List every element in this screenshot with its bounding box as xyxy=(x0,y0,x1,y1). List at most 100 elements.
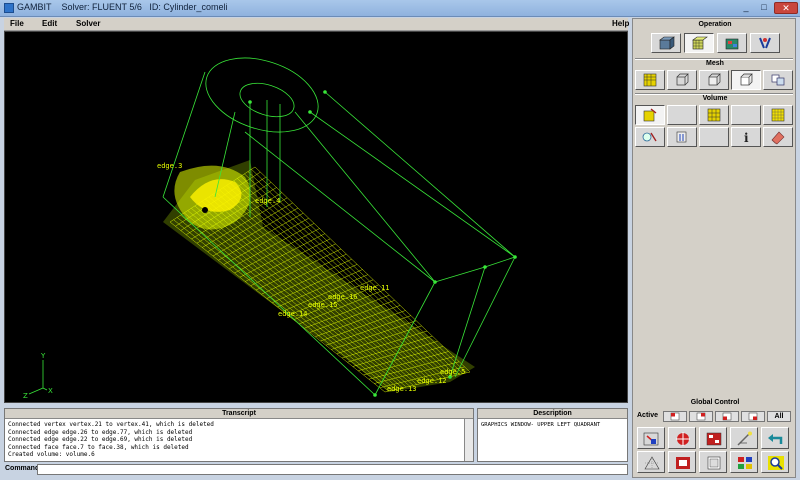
transcript-line: Connected edge edge.26 to edge.77, which… xyxy=(8,428,193,436)
volume-empty-button-3[interactable] xyxy=(699,127,729,147)
boundary-layer-icon xyxy=(643,73,657,87)
smooth-volume-button[interactable] xyxy=(699,105,729,125)
info-icon: i xyxy=(744,131,749,145)
fit-to-window-button[interactable] xyxy=(637,427,665,449)
graphics-window[interactable]: edge.3 edge.4 edge.11 edge.16 edge.15 ed… xyxy=(4,31,628,403)
tools-icon xyxy=(759,37,771,49)
link-volume-button[interactable] xyxy=(635,127,665,147)
axis-z-label: Z xyxy=(23,392,28,400)
axis-triad-icon xyxy=(28,360,48,395)
lights-icon xyxy=(737,431,752,446)
specify-display-button[interactable] xyxy=(668,451,696,473)
maximize-button[interactable]: □ xyxy=(756,2,772,14)
quadrant-upper-left[interactable] xyxy=(663,411,687,422)
query-button[interactable] xyxy=(761,451,789,473)
volume-label: Volume xyxy=(702,95,728,102)
active-label: Active xyxy=(637,412,659,419)
volume-empty-button-1[interactable] xyxy=(667,105,697,125)
operation-label: Operation xyxy=(698,21,732,28)
mesh-button[interactable] xyxy=(684,33,714,53)
description-text: GRAPHICS WINDOW- UPPER LEFT QUADRANT xyxy=(481,422,601,428)
fit-window-icon xyxy=(643,432,659,446)
undo-icon xyxy=(768,434,783,444)
orient-model-button[interactable] xyxy=(699,427,727,449)
specify-color-button[interactable] xyxy=(699,451,727,473)
modify-volume-button[interactable] xyxy=(667,127,697,147)
transcript-line: Connected face face.7 to face.38, which … xyxy=(8,443,189,451)
undo-button[interactable] xyxy=(761,427,789,449)
transcript-panel: Transcript Connected vertex vertex.21 to… xyxy=(4,408,474,462)
command-panel: Operation Mesh Volume i Global Control A… xyxy=(632,18,796,478)
modify-volume-icon xyxy=(676,131,687,143)
menu-help[interactable]: Help xyxy=(612,19,629,28)
command-input[interactable] xyxy=(37,464,628,475)
quadrant-lr-icon xyxy=(748,412,758,421)
quadrant-lower-right[interactable] xyxy=(741,411,765,422)
zones-button[interactable] xyxy=(717,33,747,53)
display-attributes-icon xyxy=(676,457,690,469)
description-title: Description xyxy=(478,409,627,419)
quadrant-upper-right[interactable] xyxy=(689,411,713,422)
svg-text:i: i xyxy=(744,131,749,145)
modify-lights-button[interactable] xyxy=(730,427,758,449)
check-mesh-button[interactable] xyxy=(763,105,793,125)
volume-empty-button-2[interactable] xyxy=(731,105,761,125)
edge-label-3: edge.3 xyxy=(157,162,182,170)
quadrant-ur-icon xyxy=(696,412,706,421)
gambit-app-icon xyxy=(4,3,14,13)
transcript-line: Created volume: volume.6 xyxy=(8,451,95,458)
geometry-button[interactable] xyxy=(651,33,681,53)
geometry-canvas[interactable]: edge.3 edge.4 edge.11 edge.16 edge.15 ed… xyxy=(5,32,627,402)
quadrant-lower-left[interactable] xyxy=(715,411,739,422)
model-display-icon xyxy=(738,457,752,469)
volume-icon xyxy=(740,73,753,86)
mesh-faces-button[interactable] xyxy=(699,70,729,90)
window-title: GAMBIT Solver: FLUENT 5/6 ID: Cylinder_c… xyxy=(17,2,227,12)
transcript-line: Connected vertex vertex.21 to vertex.41,… xyxy=(8,421,214,428)
transcript-lines: Connected vertex vertex.21 to vertex.41,… xyxy=(8,421,463,459)
zones-icon xyxy=(725,38,739,50)
mesh-volume-icon xyxy=(643,108,657,122)
close-button[interactable]: ✕ xyxy=(774,2,798,14)
menu-bar: File Edit Solver Help xyxy=(4,18,629,31)
check-mesh-icon xyxy=(771,108,785,122)
menu-edit[interactable]: Edit xyxy=(42,19,57,28)
edge-label-15: edge.15 xyxy=(308,301,338,309)
specify-model-display-button[interactable] xyxy=(730,451,758,473)
tools-button[interactable] xyxy=(750,33,780,53)
link-volume-icon xyxy=(642,132,657,142)
mesh-region xyxy=(163,160,475,393)
mesh-groups-button[interactable] xyxy=(763,70,793,90)
mesh-volume-button[interactable] xyxy=(635,105,665,125)
menu-solver[interactable]: Solver xyxy=(76,19,100,28)
model-id: ID: Cylinder_comeli xyxy=(149,2,228,12)
smooth-mesh-icon xyxy=(707,108,721,122)
edge-label-11: edge.11 xyxy=(360,284,390,292)
quadrant-all-button[interactable]: All xyxy=(767,411,791,422)
render-model-button[interactable] xyxy=(637,451,665,473)
quadrant-ll-icon xyxy=(722,412,732,421)
axis-x-label: X xyxy=(48,387,53,395)
select-pivot-button[interactable] xyxy=(668,427,696,449)
edge-label-4: edge.4 xyxy=(255,197,280,205)
solver-name: Solver: FLUENT 5/6 xyxy=(61,2,142,12)
color-mode-icon xyxy=(707,456,721,470)
axis-y-label: Y xyxy=(40,352,46,360)
transcript-line: Connected edge edge.22 to edge.69, which… xyxy=(8,436,193,443)
mesh-boundary-layer-button[interactable] xyxy=(635,70,665,90)
transcript-title: Transcript xyxy=(5,409,473,419)
minimize-button[interactable]: _ xyxy=(738,2,754,14)
transcript-scrollbar[interactable] xyxy=(464,419,473,461)
delete-mesh-button[interactable] xyxy=(763,127,793,147)
orient-icon xyxy=(706,432,722,446)
mesh-volumes-button[interactable] xyxy=(731,70,761,90)
pivot-icon xyxy=(676,432,690,446)
menu-file[interactable]: File xyxy=(10,19,24,28)
cube-icon xyxy=(659,36,675,50)
edge-label-12: edge.12 xyxy=(417,377,447,385)
summarize-button[interactable]: i xyxy=(731,127,761,147)
render-icon xyxy=(644,456,660,470)
mesh-label: Mesh xyxy=(706,60,724,67)
edge-label-5: edge.5 xyxy=(440,368,465,376)
mesh-edges-button[interactable] xyxy=(667,70,697,90)
